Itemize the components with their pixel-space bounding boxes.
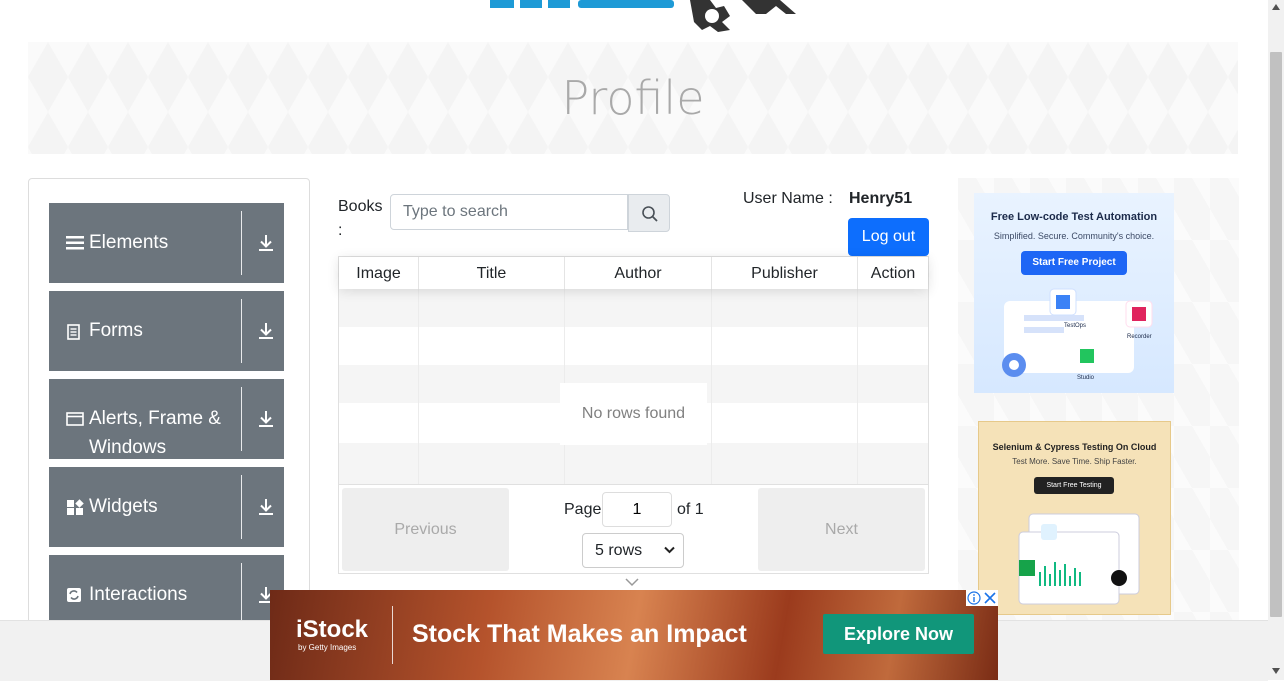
table-row xyxy=(339,443,928,484)
logout-button[interactable]: Log out xyxy=(848,218,929,256)
chevron-down-icon xyxy=(625,575,639,587)
search-input[interactable] xyxy=(390,194,628,230)
rows-per-page-value: 5 rows xyxy=(595,542,643,559)
divider xyxy=(241,563,242,621)
sidebar-group-label: Interactions xyxy=(89,584,188,605)
rows-per-page-select[interactable]: 5 rows xyxy=(582,533,684,568)
page-label: Page xyxy=(564,501,602,518)
divider xyxy=(241,211,242,275)
ad-title: Selenium & Cypress Testing On Cloud xyxy=(992,442,1157,452)
page-title: Profile xyxy=(561,71,705,125)
download-icon[interactable] xyxy=(257,233,275,253)
search-icon xyxy=(642,206,658,222)
sidebar-group-widgets[interactable]: Widgets xyxy=(49,467,284,547)
istock-ad-banner[interactable]: iStock by Getty Images Stock That Makes … xyxy=(270,590,998,680)
divider xyxy=(241,475,242,539)
ad-illustration: TestOps Recorder Studio xyxy=(1002,288,1153,381)
ad-explore-now-button[interactable]: Explore Now xyxy=(823,614,974,654)
sidebar-group-forms[interactable]: Forms xyxy=(49,291,284,371)
ad-brand-sub: by Getty Images xyxy=(298,643,357,652)
scroll-down-icon xyxy=(1272,668,1280,674)
table-row xyxy=(339,289,928,327)
ad-label-recorder: Recorder xyxy=(1127,334,1152,340)
books-label: Books : xyxy=(338,198,383,239)
sidebar-group-elements[interactable]: Elements xyxy=(49,203,284,283)
scrollbar-thumb[interactable] xyxy=(1270,52,1282,617)
divider xyxy=(392,606,393,664)
column-divider xyxy=(418,289,419,484)
table-row xyxy=(339,327,928,365)
chevron-down-icon xyxy=(664,534,675,567)
download-icon[interactable] xyxy=(257,497,275,517)
user-name-value: Henry51 xyxy=(849,190,913,207)
page-header-banner: Profile xyxy=(28,42,1238,154)
search-button[interactable] xyxy=(628,194,670,232)
column-header-author[interactable]: Author xyxy=(565,257,712,289)
page-total: of 1 xyxy=(677,501,704,518)
window-icon xyxy=(66,411,84,429)
ad-headline: Stock That Makes an Impact xyxy=(412,620,747,648)
sidebar-group-label: Widgets xyxy=(89,496,158,517)
ad-brand: iStock xyxy=(296,616,369,643)
ad-subtitle: Test More. Save Time. Ship Faster. xyxy=(1012,457,1137,466)
download-icon[interactable] xyxy=(257,409,275,429)
ad-subtitle: Simplified. Secure. Community's choice. xyxy=(993,231,1155,241)
interactions-icon xyxy=(66,587,84,605)
ad-close-icon[interactable] xyxy=(982,590,998,606)
ad-start-free-testing-button[interactable]: Start Free Testing xyxy=(1034,477,1114,494)
sidebar-group-alerts[interactable]: Alerts, Frame & Windows xyxy=(49,379,284,459)
download-icon[interactable] xyxy=(257,321,275,341)
column-header-title[interactable]: Title xyxy=(419,257,565,289)
page-number-input[interactable] xyxy=(602,492,672,527)
hamburger-icon xyxy=(66,235,84,253)
books-table: Image Title Author Publisher Action No r… xyxy=(338,256,929,574)
scroll-up-icon xyxy=(1272,4,1280,10)
ad-lambdatest-banner[interactable]: Selenium & Cypress Testing On Cloud Test… xyxy=(978,421,1171,615)
column-header-publisher[interactable]: Publisher xyxy=(712,257,858,289)
ad-start-free-project-button[interactable]: Start Free Project xyxy=(1021,251,1127,275)
column-divider xyxy=(857,289,858,484)
sidebar-group-label: Elements xyxy=(89,232,169,253)
column-divider xyxy=(711,289,712,484)
divider xyxy=(241,299,242,363)
ad-illustration xyxy=(1018,513,1140,605)
widgets-icon xyxy=(66,499,84,517)
divider xyxy=(241,387,242,451)
column-header-image[interactable]: Image xyxy=(339,257,419,289)
empty-message: No rows found xyxy=(560,383,707,445)
ad-title: Free Low-code Test Automation xyxy=(990,211,1158,223)
sidebar-group-label: Alerts, Frame & Windows xyxy=(89,408,221,458)
vertical-scrollbar[interactable] xyxy=(1268,0,1284,680)
sidebar-group-interactions[interactable]: Interactions xyxy=(49,555,284,621)
next-button[interactable]: Next xyxy=(758,488,925,571)
left-panel: Elements Forms Alerts, Frame & Windows W… xyxy=(28,178,310,640)
user-name-label: User Name : xyxy=(743,190,833,207)
ad-testops-banner[interactable]: Free Low-code Test Automation Simplified… xyxy=(974,193,1174,393)
ad-label-studio: Studio xyxy=(1077,375,1095,381)
site-logo[interactable] xyxy=(480,0,800,34)
sidebar-group-label: Forms xyxy=(89,320,143,341)
previous-button[interactable]: Previous xyxy=(342,488,509,571)
table-header: Image Title Author Publisher Action xyxy=(339,257,928,289)
pagination: Previous Page of 1 5 rows Next xyxy=(339,484,928,574)
column-header-action[interactable]: Action xyxy=(858,257,928,289)
ad-info-icon[interactable] xyxy=(966,590,982,606)
form-icon xyxy=(66,323,84,341)
ad-label-testops: TestOps xyxy=(1064,323,1086,329)
